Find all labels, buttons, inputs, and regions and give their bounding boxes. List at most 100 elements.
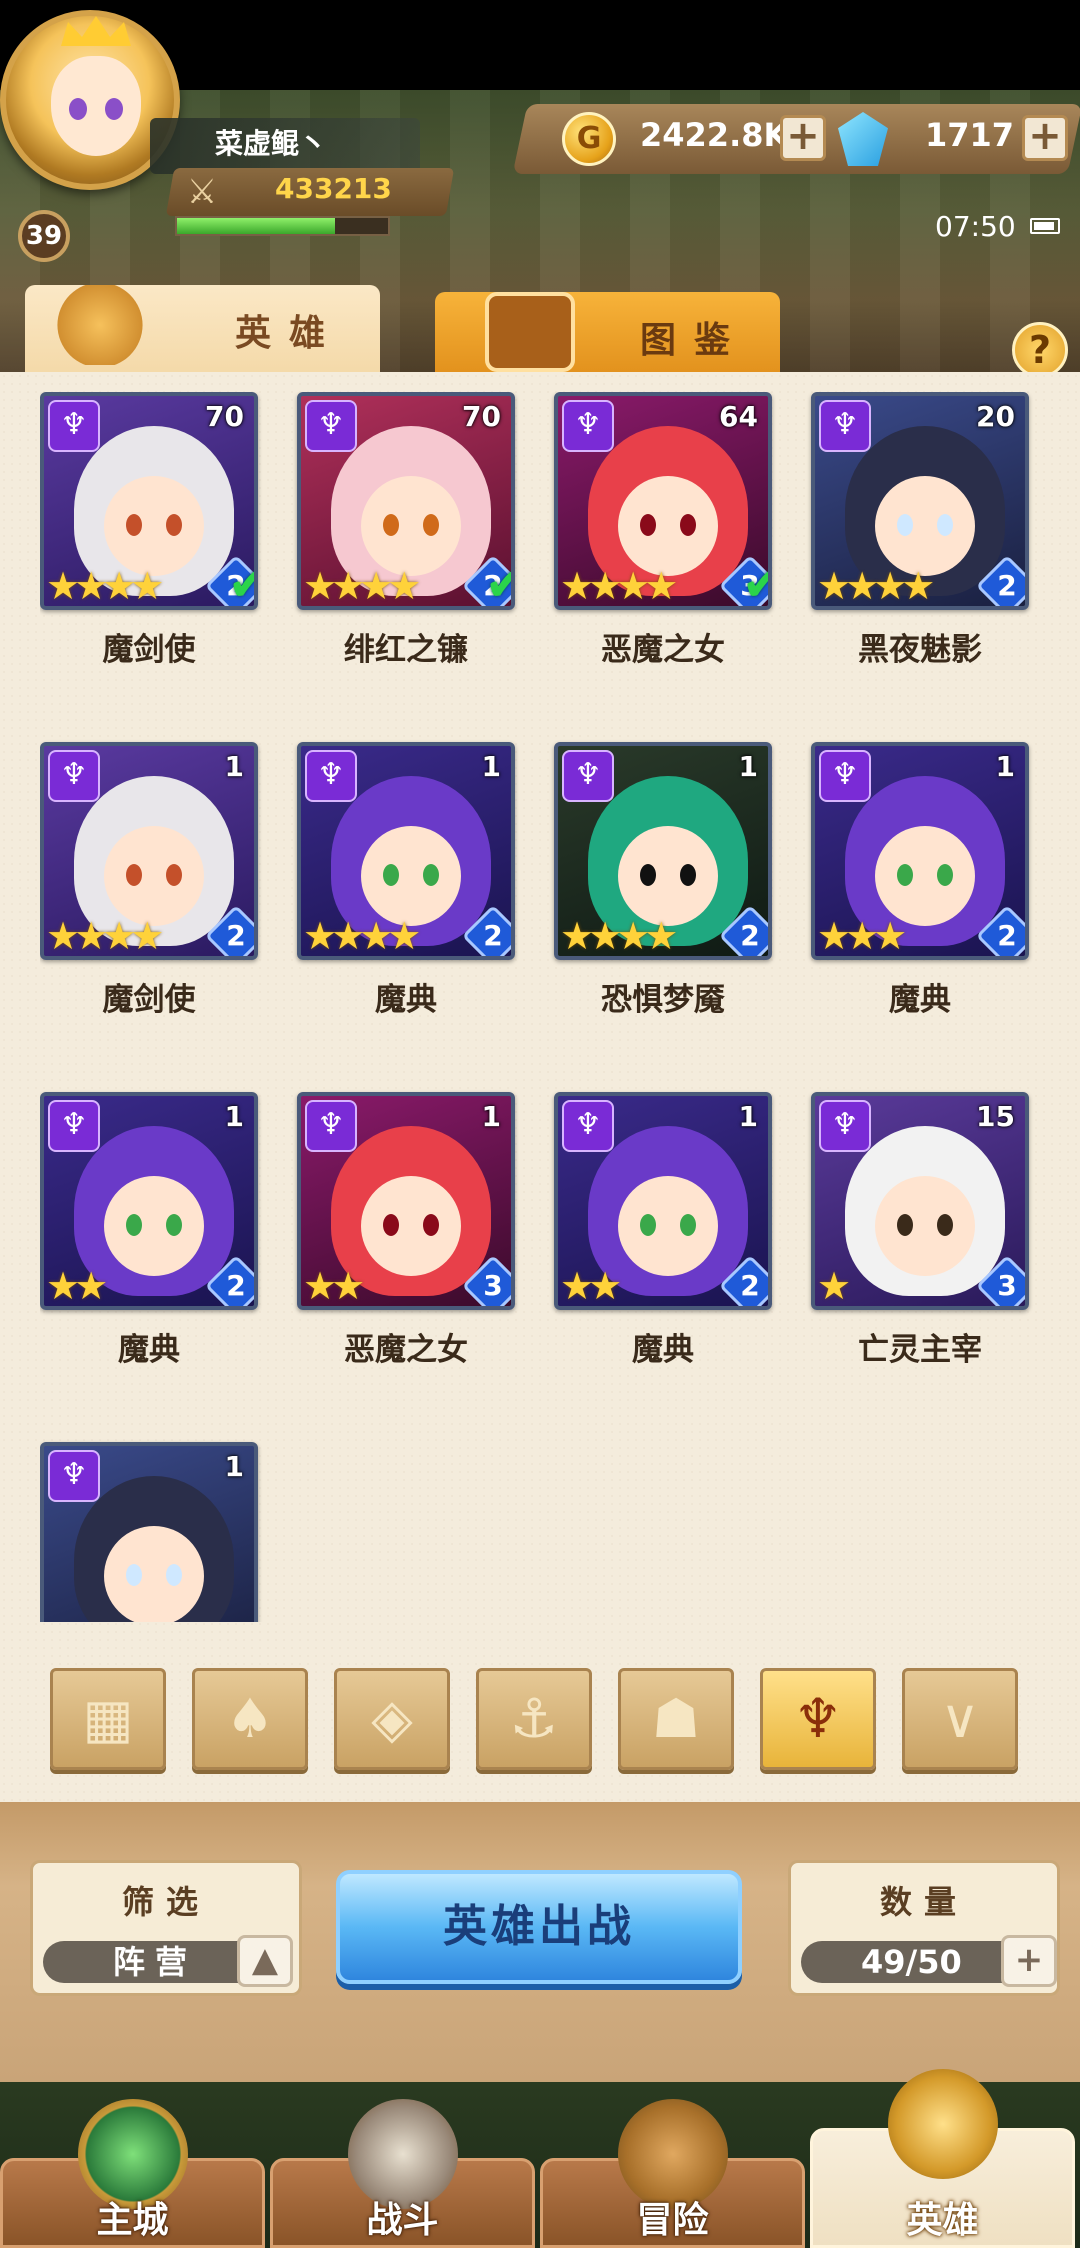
leaf-icon: ♠ <box>225 1687 275 1750</box>
hero-portrait: ♆ 1 <box>40 1442 258 1622</box>
hero-name: 黑夜魅影 <box>858 632 982 668</box>
hero-portrait: ♆ 1 ★★★★ 2 <box>40 742 258 960</box>
hero-name: 恶魔之女 <box>601 632 725 668</box>
bottom-nav: 主城 战斗 冒险 英雄 <box>0 2069 1080 2248</box>
hero-card[interactable]: ♆ 15 ★ 3 亡灵主宰 <box>811 1092 1031 1392</box>
demon-class-icon: ♆ <box>48 1100 100 1152</box>
add-gems-button[interactable]: + <box>1022 115 1068 161</box>
demon-class-icon: ♆ <box>819 1100 871 1152</box>
nav-label: 冒险 <box>636 2200 709 2241</box>
hero-portrait: ♆ 20 ★★★★ 2 <box>811 392 1029 610</box>
tab-gallery[interactable]: 图鉴 <box>435 292 780 382</box>
exp-bar <box>175 216 390 236</box>
rank-number: 2 <box>740 919 760 952</box>
hero-grid: ♆70★★★★2✔魔剑使♆70★★★★2✔绯红之镰♆64★★★★3✔ 恶魔之女 ♆ 2… <box>40 392 1060 1622</box>
hero-name: 亡灵主宰 <box>858 1332 982 1368</box>
filter-toggle-button[interactable]: ▲ <box>237 1935 293 1987</box>
tab-gallery-label: 图鉴 <box>640 320 749 361</box>
diamond-icon: ◈ <box>371 1687 413 1750</box>
star-rating: ★★★★ <box>46 914 164 958</box>
hero-card[interactable]: ♆ 1 ★★ 3 恶魔之女 <box>297 1092 517 1392</box>
star-rating: ★ <box>817 1264 851 1308</box>
help-button[interactable]: ? <box>1012 322 1068 378</box>
hero-name: 魔典 <box>889 982 951 1018</box>
hero-card[interactable]: ♆70★★★★2✔魔剑使 <box>40 392 260 692</box>
faction-filter-button[interactable]: ♠ <box>192 1668 308 1770</box>
demon-class-icon: ♆ <box>305 1100 357 1152</box>
hero-card[interactable]: ♆ 1 ★★★★ 2 魔剑使 <box>40 742 260 1042</box>
player-level-badge: 39 <box>18 210 70 262</box>
star-rating: ★★ <box>303 1264 365 1308</box>
plus-icon: + <box>1014 1940 1044 1980</box>
hero-card[interactable]: ♆64★★★★3✔ 恶魔之女 <box>554 392 774 692</box>
hero-level: 1 <box>224 1450 244 1483</box>
filter-title: 筛选 <box>121 1883 210 1921</box>
gold-amount: 2422.8K <box>640 116 789 154</box>
rank-number: 2 <box>740 1269 760 1302</box>
faction-filter-button[interactable]: ♆ <box>760 1668 876 1770</box>
hero-level: 15 <box>976 1100 1015 1133</box>
grid-icon: ▦ <box>82 1687 134 1750</box>
deployed-check-icon: ✔ <box>485 556 511 606</box>
hero-name: 恶魔之女 <box>344 1332 468 1368</box>
hero-portrait: ♆ 1 ★★ 2 <box>40 1092 258 1310</box>
hero-level: 1 <box>224 1100 244 1133</box>
star-rating: ★★★★ <box>303 914 421 958</box>
demon-class-icon: ♆ <box>305 750 357 802</box>
beast-icon: ☗ <box>651 1687 701 1750</box>
hero-portrait: ♆ 1 ★★★ 2 <box>811 742 1029 960</box>
hero-card[interactable]: ♆ 1 ★★★★ 2 恐惧梦魇 <box>554 742 774 1042</box>
nav-item[interactable]: 战斗 <box>270 2099 535 2248</box>
hero-card[interactable]: ♆ 1 ★★★★ 2 魔典 <box>297 742 517 1042</box>
faction-filter-button[interactable]: ∨ <box>902 1668 1018 1770</box>
hero-card[interactable]: ♆ 1 ★★ 2 魔典 <box>554 1092 774 1392</box>
star-rating: ★★★★ <box>303 564 421 608</box>
faction-filter-button[interactable]: ▦ <box>50 1668 166 1770</box>
demon-class-icon: ♆ <box>819 400 871 452</box>
battery-icon <box>1030 218 1060 234</box>
tab-heroes-label: 英雄 <box>235 313 344 354</box>
nav-item[interactable]: 英雄 <box>810 2069 1075 2248</box>
hero-card[interactable]: ♆ 20 ★★★★ 2 黑夜魅影 <box>811 392 1031 692</box>
rank-number: 3 <box>997 1269 1017 1302</box>
hero-card[interactable]: ♆ 1 <box>40 1442 260 1622</box>
wing-icon: ∨ <box>940 1687 980 1750</box>
hero-card[interactable]: ♆ 1 ★★ 2 魔典 <box>40 1092 260 1392</box>
demon-class-icon: ♆ <box>48 1450 100 1502</box>
deploy-heroes-button[interactable]: 英雄出战 <box>336 1870 742 1984</box>
hero-card[interactable]: ♆ 1 ★★★ 2 魔典 <box>811 742 1031 1042</box>
hero-portrait: ♆ 1 ★★★★ 2 <box>554 742 772 960</box>
hero-level: 1 <box>224 750 244 783</box>
hero-name: 恐惧梦魇 <box>601 982 725 1018</box>
faction-filter-button[interactable]: ⚓ <box>476 1668 592 1770</box>
anchor-icon: ⚓ <box>509 1687 559 1750</box>
hero-portrait: ♆64★★★★3✔ <box>554 392 772 610</box>
gem-amount: 1717 <box>925 116 1015 154</box>
nav-label: 战斗 <box>366 2200 439 2241</box>
star-rating: ★★★★ <box>560 564 678 608</box>
add-gold-button[interactable]: + <box>780 115 826 161</box>
hero-level: 20 <box>976 400 1015 433</box>
hero-portrait: ♆ 1 ★★★★ 2 <box>297 742 515 960</box>
demon-icon: ♆ <box>793 1687 843 1750</box>
rank-number: 3 <box>483 1269 503 1302</box>
nav-item[interactable]: 冒险 <box>540 2099 805 2248</box>
hero-level: 1 <box>995 750 1015 783</box>
hero-crest-icon <box>887 2069 998 2179</box>
hero-level: 70 <box>205 400 244 433</box>
hero-card[interactable]: ♆70★★★★2✔绯红之镰 <box>297 392 517 692</box>
expand-capacity-button[interactable]: + <box>1001 1935 1057 1987</box>
hero-level: 1 <box>738 1100 758 1133</box>
faction-filter-button[interactable]: ◈ <box>334 1668 450 1770</box>
count-title: 数量 <box>879 1883 968 1921</box>
gold-coin-icon: G <box>562 112 616 166</box>
hero-level: 1 <box>481 750 501 783</box>
rank-number: 2 <box>997 919 1017 952</box>
nav-label: 英雄 <box>906 2200 979 2241</box>
count-box: 数量 49/50 + <box>788 1860 1060 1996</box>
star-rating: ★★★ <box>817 914 907 958</box>
tab-heroes[interactable]: 英雄 <box>25 285 380 375</box>
nav-item[interactable]: 主城 <box>0 2099 265 2248</box>
faction-filter-row: ▦ ♠ ◈ ⚓ ☗ ♆ ∨ <box>50 1668 1040 1778</box>
faction-filter-button[interactable]: ☗ <box>618 1668 734 1770</box>
